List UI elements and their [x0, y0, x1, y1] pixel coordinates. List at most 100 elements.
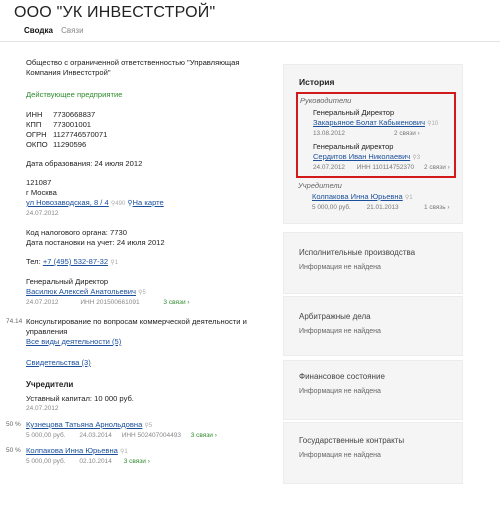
formed-date: Дата образования: 24 июля 2012 — [26, 159, 143, 168]
capital: Уставный капитал: 10 000 руб. — [26, 394, 134, 403]
manager-role: Генеральный Директор — [313, 108, 395, 117]
panel-status: Информация не найдена — [299, 452, 381, 459]
founder-links-link[interactable]: 3 связи — [191, 432, 213, 439]
founder-item: 50 % Колпакова Инна Юрьевна ⚲1 5 000,00 … — [6, 446, 266, 467]
chevron-right-icon: › — [187, 299, 190, 306]
capital-date: 24.07.2012 — [26, 405, 59, 412]
founder-share: 50 % — [6, 447, 21, 454]
founder-sum: 5 000,00 руб. — [26, 432, 66, 439]
tax-code: Код налогового органа: 7730 — [26, 228, 127, 237]
financial-panel: Финансовое состояние Информация не найде… — [283, 360, 463, 420]
okved: 74.14 Консультирование по вопросам комме… — [6, 317, 266, 337]
director-link[interactable]: Василюк Алексей Анатольевич — [26, 287, 136, 296]
founder-count: 5 — [148, 423, 153, 429]
phone-row: Тел: +7 (495) 532-87-32 ⚲1 — [26, 257, 266, 268]
page-title: ООО "УК ИНВЕСТСТРОЙ" — [14, 4, 216, 21]
director-meta: 24.07.2012 ИНН 201500661091 3 связи › — [26, 298, 266, 308]
code-value: 7730668837 — [53, 110, 96, 119]
arbitration-panel: Арбитражные дела Информация не найдена — [283, 296, 463, 356]
okved-code: 74.14 — [6, 318, 23, 325]
founder-link[interactable]: Кузнецова Татьяна Арнольдовна — [26, 420, 142, 429]
director-date: 24.07.2012 — [26, 299, 59, 306]
code-value: 1127746570071 — [53, 130, 108, 139]
manager-date: 24.07.2012 — [313, 164, 345, 171]
founder-links-link[interactable]: 3 связи — [124, 458, 146, 465]
manager-links-link[interactable]: 2 связи — [394, 130, 416, 137]
director-links-link[interactable]: 3 связи — [163, 299, 185, 306]
enforcement-panel: Исполнительные производства Информация н… — [283, 232, 463, 294]
panel-title: Финансовое состояние — [299, 372, 385, 381]
code-label: ИНН — [26, 110, 43, 119]
phone-link[interactable]: +7 (495) 532-87-32 — [43, 257, 108, 266]
history-founders-label: Учредители — [298, 181, 342, 190]
code-label: ОКПО — [26, 140, 48, 149]
chevron-right-icon: › — [447, 204, 450, 211]
founder-date: 02.10.2014 — [79, 458, 112, 465]
chevron-right-icon: › — [447, 164, 450, 171]
okved-text: Консультирование по вопросам коммерческо… — [26, 317, 247, 336]
panel-title: Арбитражные дела — [299, 312, 371, 321]
address: 121087 г Москва ул Новозаводская, 8 / 4 … — [26, 178, 266, 219]
phone-label: Тел: — [26, 257, 41, 266]
tax-date: Дата постановки на учет: 24 июля 2012 — [26, 238, 165, 247]
manager-links-link[interactable]: 2 связи — [424, 164, 446, 171]
company-fullname: Общество с ограниченной ответственностью… — [26, 58, 240, 77]
history-panel: История Руководители Генеральный Директо… — [283, 64, 463, 224]
director-inn: ИНН 201500661091 — [80, 299, 140, 306]
chevron-right-icon: › — [417, 130, 420, 137]
history-founder-sum: 5 000,00 руб. — [312, 204, 351, 211]
managers-highlight: Руководители Генеральный Директор Закарь… — [296, 92, 456, 178]
phone-count: 1 — [114, 260, 118, 266]
certificates-link[interactable]: Свидетельства (3) — [26, 358, 91, 367]
company-summary: Общество с ограниченной ответственностью… — [6, 58, 266, 467]
founder-share: 50 % — [6, 421, 21, 428]
history-title: История — [299, 77, 335, 87]
manager-date: 13.08.2012 — [313, 130, 345, 137]
director-count: 5 — [142, 290, 146, 296]
founder-sum: 5 000,00 руб. — [26, 458, 66, 465]
tab-divider — [0, 41, 500, 42]
map-link[interactable]: На карте — [133, 198, 164, 207]
street-count: 490 — [115, 201, 126, 207]
chevron-right-icon: › — [214, 432, 217, 439]
history-founder-count: 1 — [409, 195, 413, 201]
contracts-panel: Государственные контракты Информация не … — [283, 422, 463, 484]
tabs: Сводка Связи — [24, 26, 84, 35]
manager-inn: ИНН 110114752370 — [356, 164, 415, 171]
panel-title: Исполнительные производства — [299, 248, 416, 257]
founder-item: 50 % Кузнецова Татьяна Арнольдовна ⚲5 5 … — [6, 420, 266, 441]
street-link[interactable]: ул Новозаводская, 8 / 4 — [26, 198, 109, 207]
company-codes: ИНН 7730668837 КПП 773001001 ОГРН 112774657… — [26, 110, 266, 150]
director-role: Генеральный Директор — [26, 277, 109, 286]
code-label: ОГРН — [26, 130, 47, 139]
all-activities-link[interactable]: Все виды деятельности (5) — [26, 337, 121, 346]
history-founder-links-link[interactable]: 1 связь — [424, 204, 446, 211]
managers-label: Руководители — [300, 96, 352, 105]
address-date: 24.07.2012 — [26, 210, 59, 217]
tab-links[interactable]: Связи — [61, 26, 83, 35]
panel-status: Информация не найдена — [299, 264, 381, 271]
founder-link[interactable]: Колпакова Инна Юрьевна — [26, 446, 118, 455]
founder-inn: ИНН 502407004493 — [121, 432, 181, 439]
tab-summary[interactable]: Сводка — [24, 26, 53, 35]
history-founder-date: 21.01.2013 — [366, 204, 399, 211]
founders-title: Учредители — [26, 380, 74, 389]
code-label: КПП — [26, 120, 42, 129]
code-value: 773001001 — [53, 120, 92, 129]
city: г Москва — [26, 188, 57, 197]
chevron-right-icon: › — [147, 458, 150, 465]
manager-role: Генеральный директор — [313, 142, 394, 151]
manager-link[interactable]: Закарьяное Болат Кабыкенович — [313, 118, 425, 127]
manager-count: 3 — [416, 155, 421, 161]
code-value: 11290596 — [53, 140, 87, 149]
panel-status: Информация не найдена — [299, 388, 381, 395]
manager-link[interactable]: Сердитов Иван Николаевич — [313, 152, 410, 161]
zip: 121087 — [26, 178, 52, 187]
panel-title: Государственные контракты — [299, 436, 405, 445]
company-status: Действующее предприятие — [26, 90, 123, 99]
manager-count: 10 — [431, 121, 439, 127]
founder-date: 24.03.2014 — [79, 432, 112, 439]
panel-status: Информация не найдена — [299, 328, 381, 335]
history-founder-link[interactable]: Колпакова Инна Юрьевна — [312, 192, 403, 201]
founder-count: 1 — [124, 449, 128, 455]
